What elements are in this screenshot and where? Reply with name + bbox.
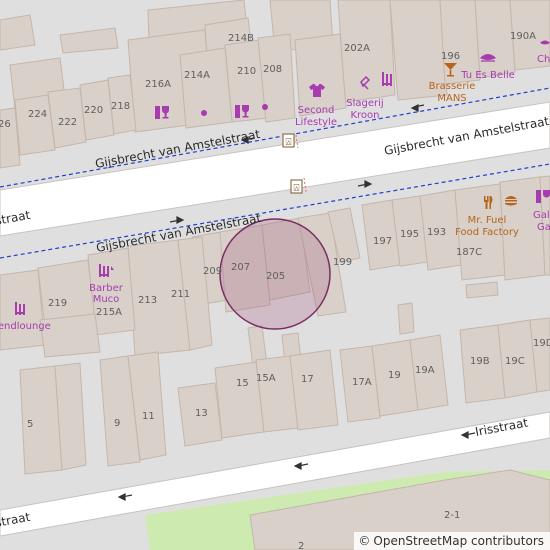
house-number: 19B <box>470 356 490 367</box>
attribution-link[interactable]: OpenStreetMap contributors <box>373 534 544 548</box>
poi-label: Lifestyle <box>295 117 337 128</box>
house-number: 224 <box>28 109 47 120</box>
house-number: 190A <box>510 31 536 42</box>
house-number: 2 <box>298 541 304 550</box>
house-number: 220 <box>84 105 103 116</box>
poi-label: Tu Es Belle <box>460 70 515 81</box>
poi-label: rendlounge <box>0 321 51 332</box>
svg-text:⍓: ⍓ <box>286 137 292 148</box>
shop-icon[interactable] <box>201 110 207 116</box>
house-number: 5 <box>27 419 33 430</box>
hairdresser-icon[interactable] <box>382 72 392 86</box>
house-number: 187C <box>456 247 482 258</box>
poi-label: Gal <box>537 222 550 233</box>
house-number: 202A <box>344 43 370 54</box>
map-view[interactable]: ⍓ ⍓ Gijsbrecht van Amstelstraat Gijsbrec… <box>0 0 550 550</box>
svg-text:⍓: ⍓ <box>294 183 300 194</box>
poi-label: Muco <box>93 294 120 305</box>
house-number: 19A <box>415 365 435 376</box>
house-number: 211 <box>171 289 190 300</box>
house-number: 222 <box>58 117 77 128</box>
house-number: 209 <box>203 266 222 277</box>
house-number: 195 <box>400 229 419 240</box>
poi-label: Gall <box>533 210 550 221</box>
house-number: 208 <box>263 64 282 75</box>
house-number: 196 <box>441 51 460 62</box>
house-number: 17A <box>352 377 372 388</box>
shop-icon[interactable] <box>262 104 268 110</box>
house-number: 210 <box>237 66 256 77</box>
poi-label: MANS <box>437 93 466 104</box>
house-number: 219 <box>48 298 67 309</box>
house-number: 19 <box>388 370 401 381</box>
house-number: 19D <box>533 338 550 349</box>
poi-label: Mr. Fuel <box>468 215 507 226</box>
house-number: 19C <box>505 356 525 367</box>
house-number: 218 <box>111 101 130 112</box>
attribution: © OpenStreetMap contributors <box>354 532 550 550</box>
house-number: 207 <box>231 262 250 273</box>
house-number: 11 <box>142 411 155 422</box>
poi-label: Ch <box>537 54 550 65</box>
house-number: 9 <box>114 418 120 429</box>
house-number: 26 <box>0 119 11 130</box>
house-number: 214A <box>184 70 210 81</box>
poi-label: Second <box>298 105 335 116</box>
poi-label: Kroon <box>350 110 379 121</box>
house-number: 15A <box>256 373 276 384</box>
house-number: 215A <box>96 307 122 318</box>
house-number: 199 <box>333 257 352 268</box>
poi-label: Brasserie <box>429 81 476 92</box>
house-number: 197 <box>373 236 392 247</box>
poi-label: Food Factory <box>455 227 519 238</box>
house-number: 13 <box>195 408 208 419</box>
house-number: 15 <box>236 378 249 389</box>
copyright-symbol: © <box>358 534 371 548</box>
house-number: 214B <box>228 33 254 44</box>
poi-label: Barber <box>89 283 124 294</box>
map-canvas[interactable]: ⍓ ⍓ Gijsbrecht van Amstelstraat Gijsbrec… <box>0 0 550 550</box>
house-number: 216A <box>145 79 171 90</box>
house-number: 2-1 <box>444 510 460 521</box>
house-number: 213 <box>138 295 157 306</box>
house-number: 205 <box>266 271 285 282</box>
poi-label: Slagerij <box>346 98 383 109</box>
house-number: 193 <box>427 227 446 238</box>
house-number: 17 <box>301 374 314 385</box>
